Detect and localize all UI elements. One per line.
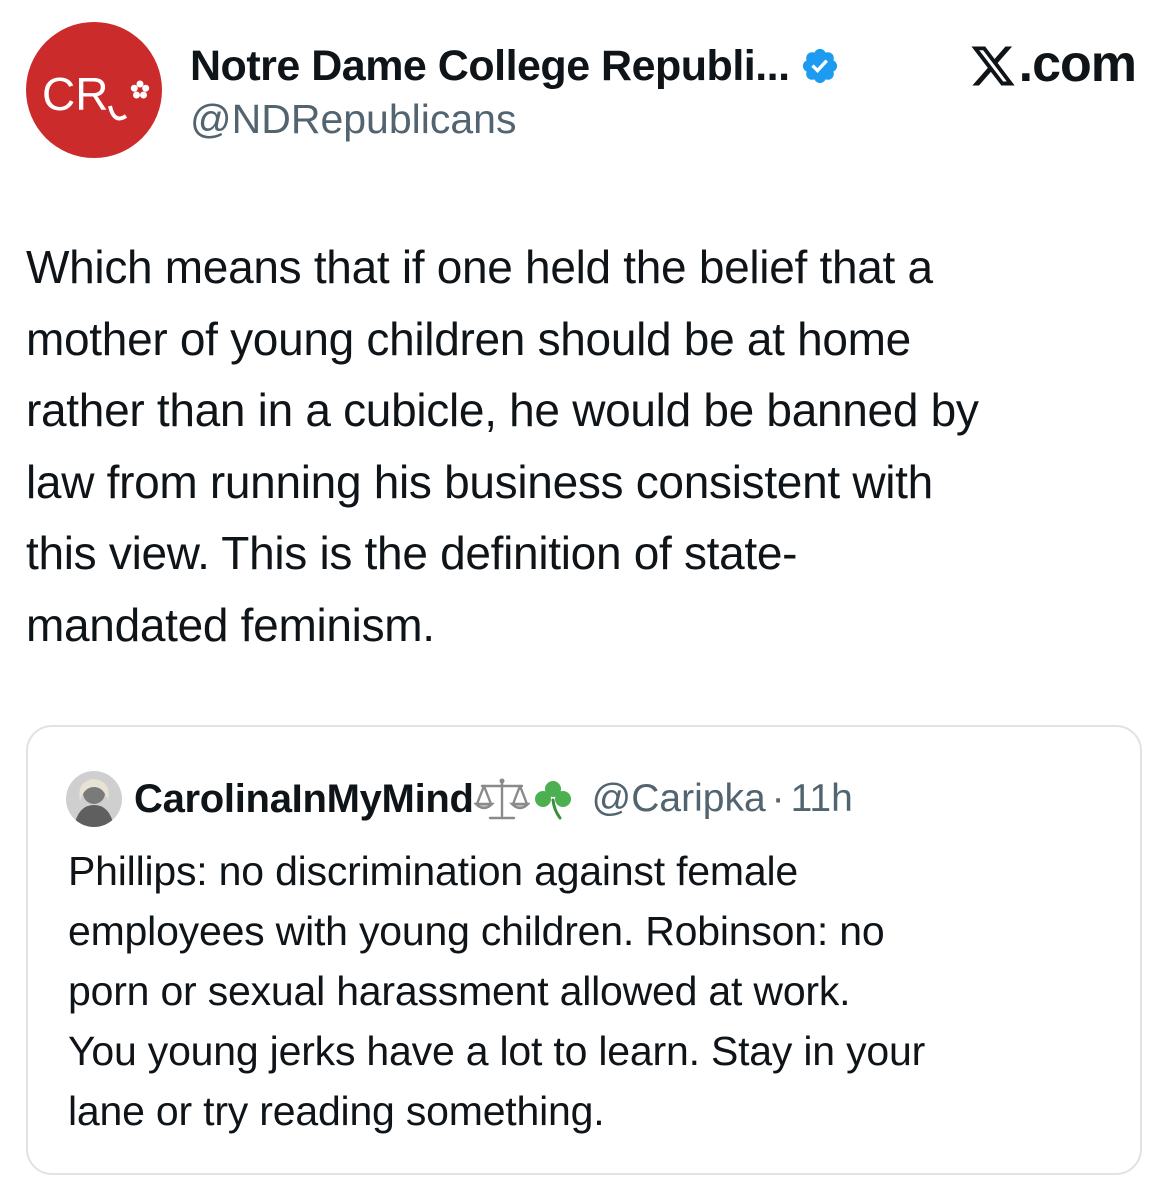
tweet-line: rather than in a cubicle, he would be ba… <box>26 384 979 436</box>
quoted-timestamp[interactable]: 11h <box>791 777 853 821</box>
author-avatar[interactable]: CR <box>26 22 162 158</box>
quoted-tweet-body: Phillips: no discrimination against fema… <box>68 841 1108 1141</box>
tweet-line: this view. This is the definition of sta… <box>26 527 798 579</box>
site-domain-text: .com <box>1018 35 1137 93</box>
author-display-name[interactable]: Notre Dame College Republi... <box>190 42 790 91</box>
shamrock-icon <box>534 781 571 820</box>
quoted-author-name[interactable]: CarolinaInMyMind <box>134 777 474 822</box>
tweet-line: law from running his business consistent… <box>26 455 933 508</box>
author-name-row: Notre Dame College Republi... <box>190 38 840 94</box>
verified-badge-icon <box>802 48 837 84</box>
name-emojis <box>473 773 576 825</box>
avatar-text: CR <box>42 68 108 120</box>
quoted-line: lane or try reading something. <box>68 1088 605 1134</box>
x-site-label: .com <box>969 34 1137 94</box>
quoted-line: porn or sexual harassment allowed at wor… <box>68 968 851 1014</box>
quoted-line: employees with young children. Robinson:… <box>68 908 885 954</box>
tweet-body: Which means that if one held the belief … <box>26 232 1146 661</box>
tweet-line: Which means that if one held the belief … <box>26 241 933 293</box>
cr-logo-icon: CR <box>42 68 150 121</box>
quoted-author-handle[interactable]: @Caripka <box>592 777 766 821</box>
quoted-line: Phillips: no discrimination against fema… <box>68 848 798 894</box>
tweet-line: mother of young children should be at ho… <box>26 312 911 365</box>
avatar-photo-icon <box>66 771 122 827</box>
tweet-line: mandated feminism. <box>26 598 435 651</box>
quoted-author-avatar[interactable] <box>66 771 122 827</box>
x-logo-icon <box>971 46 1015 86</box>
scales-icon <box>473 778 530 820</box>
author-handle[interactable]: @NDRepublicans <box>190 96 516 143</box>
quoted-line: You young jerks have a lot to learn. Sta… <box>68 1028 926 1074</box>
separator-dot: · <box>771 777 785 820</box>
tweet-header: CR Notre Dame College Republi... @NDRepu… <box>26 22 1137 162</box>
quoted-tweet-header: CarolinaInMyMind @Caripka · 11h <box>66 771 853 827</box>
quoted-tweet-card[interactable]: CarolinaInMyMind @Caripka · 11h Phillips… <box>26 725 1142 1175</box>
